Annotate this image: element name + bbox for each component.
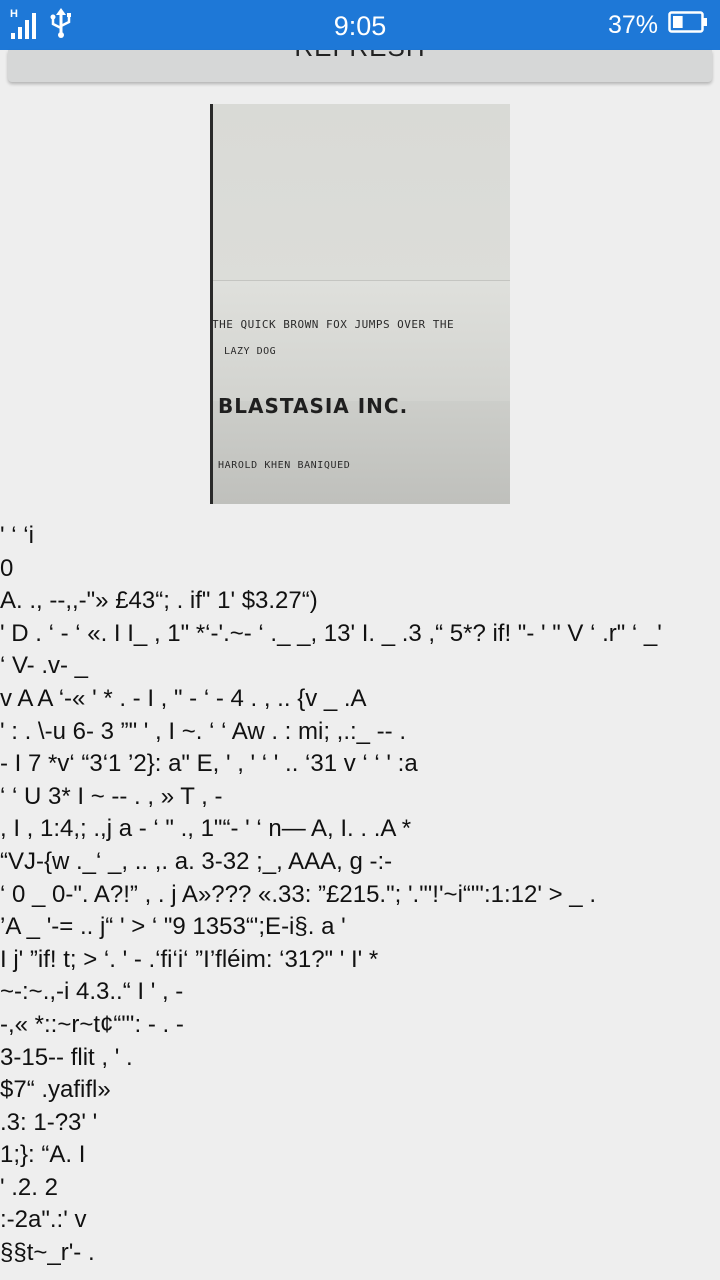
ocr-line: ~-:~.,-i 4.3..“ I ' , - — [0, 978, 184, 1006]
ocr-result-text: ' ‘ ‘i 0 A. ., --,,-"» £43“; . if" 1' $3.2… — [0, 520, 720, 1270]
ocr-line: ‘ V- .v- _ — [0, 652, 89, 680]
captured-photo: THE QUICK BROWN FOX JUMPS OVER THE LAZY … — [210, 104, 510, 504]
ocr-line: 3-15-- flit , ' . — [0, 1043, 133, 1071]
ocr-line: , I , 1:4,; .,j a - ‘ " ., 1"“- ' ‘ n— A… — [0, 815, 412, 843]
photo-text-line2: LAZY DOG — [224, 346, 277, 357]
ocr-line: ' D . ‘ - ‘ «. I I_ , 1" *‘-'.~- ‘ ._ _,… — [0, 619, 662, 647]
photo-edge — [210, 104, 213, 504]
ocr-line: :-2a".:' v — [0, 1206, 87, 1234]
ocr-line: 0 — [0, 554, 14, 582]
status-right: 37% — [608, 0, 708, 50]
status-bar: H 9:05 37% — [0, 0, 720, 50]
photo-name: HAROLD KHEN BANIQUED — [218, 460, 351, 471]
paper-fold — [210, 280, 510, 401]
battery-icon — [668, 10, 708, 41]
ocr-line: “VJ-{w ._‘ _, .. ,. a. 3-32 ;_, AAA, g -… — [0, 847, 393, 875]
photo-text-line1: THE QUICK BROWN FOX JUMPS OVER THE — [212, 318, 455, 331]
ocr-line: A. ., --,,-"» £43“; . if" 1' $3.27“) — [0, 587, 318, 615]
ocr-line: - I 7 *v‘ “3‘1 ’2}: a" E, ' , ' ‘ ' .. ‘… — [0, 750, 418, 778]
photo-company: BLASTASIA INC. — [218, 394, 409, 418]
refresh-button[interactable]: REFRESH — [8, 50, 712, 82]
ocr-line: .3: 1-?3' ' — [0, 1108, 98, 1136]
ocr-line: §§t~_r'- . — [0, 1239, 95, 1267]
refresh-button-label: REFRESH — [8, 50, 712, 63]
ocr-line: v A A ‘-« ' * . - I , " - ‘ - 4 . , .. {… — [0, 684, 367, 712]
ocr-line: ' .2. 2 — [0, 1173, 58, 1201]
ocr-line: ‘ 0 _ 0-". A?!” , . j A»??? «.33: ”£215.… — [0, 880, 596, 908]
ocr-line: -,« *::~r~t¢“"': - . - — [0, 1010, 184, 1038]
ocr-line: $7“ .yafifl» — [0, 1076, 111, 1104]
ocr-line: ‘ ‘ U 3* I ~ -- . , » T , - — [0, 782, 223, 810]
battery-percent: 37% — [607, 10, 658, 39]
ocr-line: ' : . \-u 6- 3 ”" ' , I ~. ‘ ‘ Aw . : mi… — [0, 717, 406, 745]
ocr-line: I j' ”if! t; > ‘. ' - .‘fi‘i‘ ”I’fléim: … — [0, 945, 379, 973]
ocr-line: 1;}: “A. I — [0, 1141, 86, 1169]
ocr-line: ' ‘ ‘i — [0, 522, 34, 549]
ocr-line: ’A _ '-= .. j“ ' > ‘ "9 1353“';E-i§. a ' — [0, 913, 346, 941]
